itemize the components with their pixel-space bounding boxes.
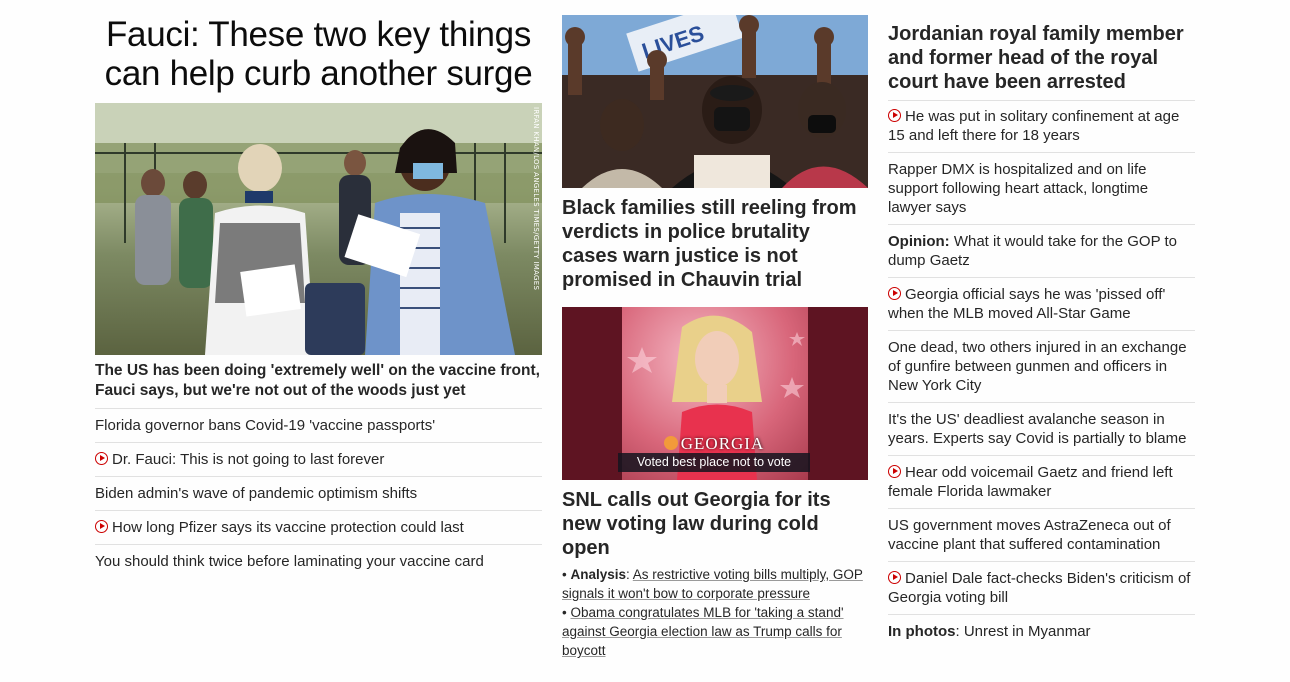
play-video-icon (888, 571, 901, 584)
lead-headline[interactable]: Fauci: These two key things can help cur… (95, 15, 542, 93)
list-item[interactable]: One dead, two others injured in an excha… (888, 331, 1195, 403)
bullet-link[interactable]: Obama congratulates MLB for 'taking a st… (562, 605, 844, 658)
lead-related-list: Florida governor bans Covid-19 'vaccine … (95, 409, 542, 578)
list-item-text: He was put in solitary confinement at ag… (888, 108, 1180, 144)
lead-photo[interactable]: IRFAN KHAN/LOS ANGELES TIMES/GETTY IMAGE… (95, 103, 542, 355)
lead-story: Fauci: These two key things can help cur… (95, 15, 542, 578)
list-item-text: Rapper DMX is hospitalized and on life s… (888, 161, 1149, 216)
list-item[interactable]: How long Pfizer says its vaccine protect… (95, 511, 542, 545)
list-item[interactable]: He was put in solitary confinement at ag… (888, 107, 1195, 153)
list-item-text: One dead, two others injured in an excha… (888, 339, 1187, 394)
protest-illustration: LIVES (562, 15, 868, 188)
snl-photo[interactable]: GEORGIA Voted best place not to vote (562, 307, 868, 480)
play-video-icon (95, 452, 108, 465)
right-stories: Jordanian royal family member and former… (888, 22, 1195, 648)
play-video-icon (888, 465, 901, 478)
list-item[interactable]: Biden admin's wave of pandemic optimism … (95, 477, 542, 511)
list-item[interactable]: In photos: Unrest in Myanmar (888, 615, 1195, 648)
bullet-item: • Analysis: As restrictive voting bills … (562, 567, 863, 601)
story2-headline[interactable]: SNL calls out Georgia for its new voting… (562, 488, 868, 560)
list-item-prefix: Opinion: (888, 233, 950, 250)
list-item-prefix: In photos (888, 623, 956, 640)
list-item[interactable]: Dr. Fauci: This is not going to last for… (95, 443, 542, 477)
list-item-text: : Unrest in Myanmar (955, 623, 1091, 640)
vaccine-line-illustration (95, 103, 542, 355)
list-item-text: You should think twice before laminating… (95, 553, 484, 570)
lower-third-title: GEORGIA (618, 435, 810, 453)
list-item[interactable]: Florida governor bans Covid-19 'vaccine … (95, 409, 542, 443)
list-item-text: How long Pfizer says its vaccine protect… (112, 519, 464, 536)
story2-bullets: • Analysis: As restrictive voting bills … (562, 565, 868, 660)
list-item[interactable]: Opinion: What it would take for the GOP … (888, 225, 1195, 278)
lower-third-title-text: GEORGIA (680, 434, 765, 453)
play-video-icon (888, 287, 901, 300)
play-video-icon (95, 520, 108, 533)
list-item-text: Biden admin's wave of pandemic optimism … (95, 485, 418, 502)
protest-photo[interactable]: LIVES (562, 15, 868, 188)
bullet-item: • Obama congratulates MLB for 'taking a … (562, 605, 844, 658)
list-item[interactable]: You should think twice before laminating… (95, 545, 542, 578)
play-video-icon (888, 109, 901, 122)
list-item[interactable]: Daniel Dale fact-checks Biden's criticis… (888, 562, 1195, 615)
list-item[interactable]: Rapper DMX is hospitalized and on life s… (888, 153, 1195, 225)
list-item-text: Georgia official says he was 'pissed off… (888, 286, 1166, 322)
list-item-text: It's the US' deadliest avalanche season … (888, 411, 1187, 447)
list-item-text: US government moves AstraZeneca out of v… (888, 517, 1171, 553)
list-item[interactable]: Georgia official says he was 'pissed off… (888, 278, 1195, 331)
right-list: He was put in solitary confinement at ag… (888, 107, 1195, 648)
list-item[interactable]: US government moves AstraZeneca out of v… (888, 509, 1195, 562)
list-item[interactable]: Hear odd voicemail Gaetz and friend left… (888, 456, 1195, 509)
list-item-text: Hear odd voicemail Gaetz and friend left… (888, 464, 1173, 500)
bullet-prefix: Analysis (570, 567, 627, 582)
middle-stories: LIVES Black families still reeling from … (562, 15, 868, 660)
list-item-text: Dr. Fauci: This is not going to last for… (112, 451, 385, 468)
lower-third-caption: Voted best place not to vote (618, 453, 810, 472)
list-item-text: Daniel Dale fact-checks Biden's criticis… (888, 570, 1191, 606)
right-headline[interactable]: Jordanian royal family member and former… (888, 22, 1195, 101)
story1-headline[interactable]: Black families still reeling from verdic… (562, 196, 868, 292)
lower-third: GEORGIA Voted best place not to vote (618, 435, 810, 472)
lead-subhead[interactable]: The US has been doing 'extremely well' o… (95, 361, 542, 409)
list-item[interactable]: It's the US' deadliest avalanche season … (888, 403, 1195, 456)
peach-icon (663, 436, 678, 450)
list-item-text: Florida governor bans Covid-19 'vaccine … (95, 417, 436, 434)
photo-credit: IRFAN KHAN/LOS ANGELES TIMES/GETTY IMAGE… (532, 107, 540, 291)
